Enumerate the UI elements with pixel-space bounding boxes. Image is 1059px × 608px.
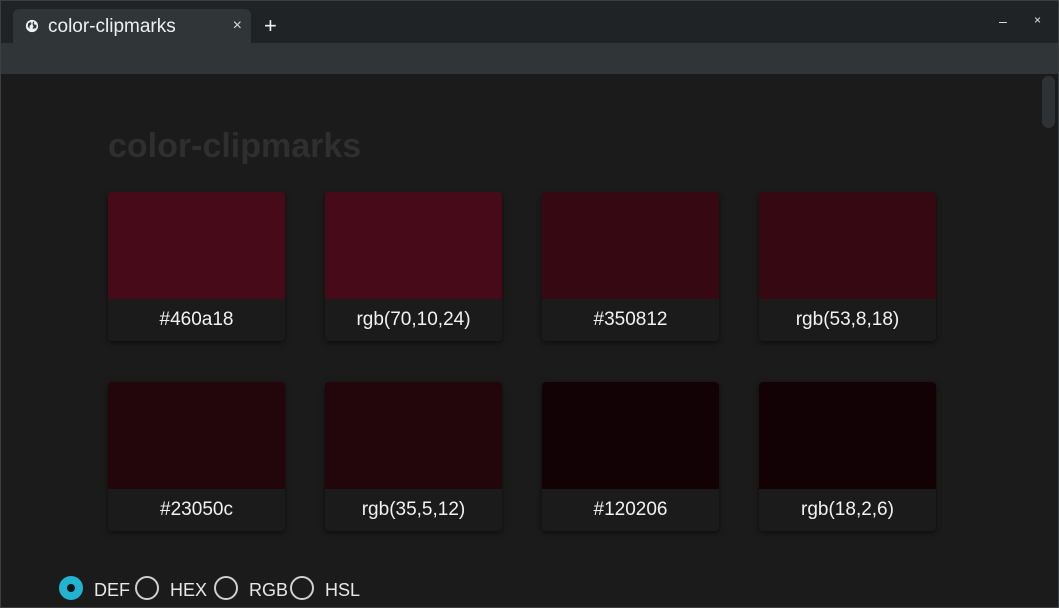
swatch-color (542, 192, 719, 299)
swatch-label: rgb(35,5,12) (361, 499, 466, 520)
swatch-label: #23050c (160, 499, 233, 520)
page-content: color-clipmarks #460a18 rgb(70,10,24) #3… (1, 74, 1058, 607)
swatch-label: rgb(70,10,24) (356, 309, 471, 330)
color-swatch[interactable]: #23050c (108, 382, 285, 531)
swatch-label: rgb(18,2,6) (801, 499, 894, 520)
tab-title: color-clipmarks (48, 16, 176, 37)
swatch-label: #460a18 (159, 309, 234, 330)
color-swatch[interactable]: #460a18 (108, 192, 285, 341)
active-tab[interactable]: color-clipmarks × (13, 9, 251, 44)
swatch-color (108, 382, 285, 489)
swatch-color (325, 192, 502, 299)
globe-icon (25, 19, 39, 33)
radio-label: RGB (249, 580, 289, 600)
radio-circle-icon[interactable] (135, 576, 159, 600)
vertical-scrollbar[interactable] (1041, 74, 1057, 607)
swatch-label: #120206 (593, 499, 668, 520)
swatch-color (759, 382, 936, 489)
swatch-label: #350812 (593, 309, 668, 330)
minimize-button[interactable]: – (999, 13, 1007, 29)
title-bar: color-clipmarks × + – × (1, 1, 1058, 44)
radio-circle-icon[interactable] (59, 576, 83, 600)
swatch-color (325, 382, 502, 489)
color-swatch[interactable]: #350812 (542, 192, 719, 341)
swatch-label: rgb(53,8,18) (795, 309, 900, 330)
color-swatch[interactable]: rgb(53,8,18) (759, 192, 936, 341)
tab-close-icon[interactable]: × (233, 17, 242, 35)
radio-label: DEF (94, 580, 130, 600)
color-swatch[interactable]: rgb(18,2,6) (759, 382, 936, 531)
scrollbar-thumb[interactable] (1042, 76, 1055, 128)
toolbar (1, 43, 1058, 74)
new-tab-button[interactable]: + (264, 15, 277, 37)
color-swatch[interactable]: #120206 (542, 382, 719, 531)
swatch-color (108, 192, 285, 299)
radio-label: HEX (170, 580, 208, 600)
radio-circle-icon[interactable] (290, 576, 314, 600)
page-title: color-clipmarks (108, 127, 362, 165)
window-close-button[interactable]: × (1034, 13, 1041, 27)
radio-circle-icon[interactable] (214, 576, 238, 600)
color-swatch[interactable]: rgb(70,10,24) (325, 192, 502, 341)
swatch-color (759, 192, 936, 299)
browser-window: color-clipmarks × + – × color-clipmarks … (0, 0, 1059, 608)
swatch-color (542, 382, 719, 489)
color-swatch[interactable]: rgb(35,5,12) (325, 382, 502, 531)
radio-label: HSL (325, 580, 361, 600)
